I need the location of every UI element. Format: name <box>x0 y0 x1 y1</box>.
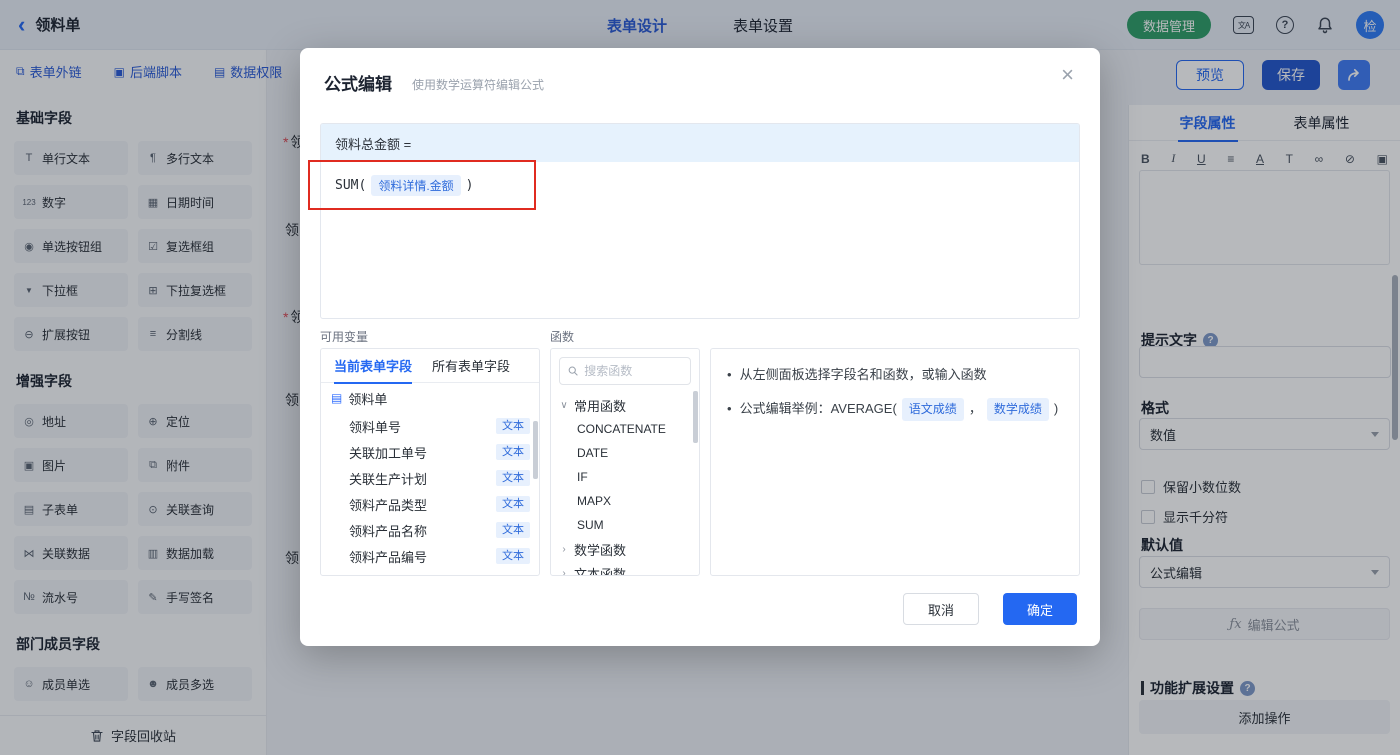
modal-subtitle: 使用数学运算符编辑公式 <box>412 78 545 92</box>
close-icon[interactable]: × <box>1061 64 1074 86</box>
variable-item[interactable]: 领料产品编号 文本 <box>321 543 539 569</box>
form-doc-icon: ▤ <box>331 391 343 405</box>
function-search[interactable] <box>559 357 691 385</box>
bullet: • <box>727 367 732 382</box>
field-type-badge: 文本 <box>496 418 530 434</box>
chevron-right-icon: › <box>562 567 566 576</box>
formula-target: 领料总金额 = <box>321 124 1079 162</box>
function-group-common[interactable]: ∨ 常用函数 <box>551 393 699 417</box>
function-item[interactable]: IF <box>551 465 699 489</box>
field-type-badge: 文本 <box>496 496 530 512</box>
tab-current-form-fields[interactable]: 当前表单字段 <box>334 356 413 384</box>
field-type-badge: 文本 <box>496 522 530 538</box>
functions-label: 函数 <box>550 330 575 344</box>
variables-tabs: 当前表单字段 所有表单字段 <box>321 349 539 384</box>
variables-root-label: 领料单 <box>348 391 388 407</box>
modal-title: 公式编辑 <box>324 75 392 94</box>
variable-name: 关联加工单号 <box>349 445 428 461</box>
function-group-math[interactable]: › 数学函数 <box>551 537 699 561</box>
variable-name: 关联生产计划 <box>349 471 428 487</box>
function-item[interactable]: CONCATENATE <box>551 417 699 441</box>
function-item[interactable]: MAPX <box>551 489 699 513</box>
chevron-down-icon: ∨ <box>560 399 568 411</box>
variables-scrollbar[interactable] <box>533 421 538 479</box>
function-group-text[interactable]: › 文本函数 <box>551 561 699 576</box>
functions-scrollbar[interactable] <box>693 391 698 443</box>
variable-name: 领料单号 <box>349 419 402 435</box>
variable-item[interactable]: 关联生产计划 文本 <box>321 465 539 491</box>
formula-editor: 领料总金额 = SUM( 领料详情.金额 ) <box>320 123 1080 319</box>
variable-item[interactable]: 领料产品类型 文本 <box>321 491 539 517</box>
field-type-badge: 文本 <box>496 470 530 486</box>
example-field-chip: 语文成绩 <box>901 397 964 421</box>
function-item[interactable]: DATE <box>551 441 699 465</box>
field-type-badge: 文本 <box>496 548 530 564</box>
tips-panel: • 从左侧面板选择字段名和函数，或输入函数 • 公式编辑举例：AVERAGE( … <box>710 348 1080 576</box>
formula-suffix: ) <box>465 178 474 193</box>
variables-label: 可用变量 <box>320 330 369 344</box>
formula-input-area[interactable]: SUM( 领料详情.金额 ) <box>321 162 1079 209</box>
variable-name: 领料产品编号 <box>349 549 428 565</box>
example-field-chip: 数学成绩 <box>986 397 1049 421</box>
field-type-badge: 文本 <box>496 444 530 460</box>
bullet: • <box>727 400 732 416</box>
formula-field-chip: 领料详情.金额 <box>371 175 461 196</box>
tip-line-1: • 从左侧面板选择字段名和函数，或输入函数 <box>727 365 1063 386</box>
formula-edit-modal: 公式编辑 使用数学运算符编辑公式 × 领料总金额 = SUM( 领料详情.金额 … <box>300 48 1100 646</box>
tip-line-2: • 公式编辑举例：AVERAGE( 语文成绩 ， 数学成绩 ) <box>727 397 1063 421</box>
variables-panel: 当前表单字段 所有表单字段 ▤ 领料单 领料单号 文本 关联加工单号 文本 关联生产… <box>320 348 540 576</box>
chevron-right-icon: › <box>562 543 566 555</box>
tab-all-form-fields[interactable]: 所有表单字段 <box>432 356 510 375</box>
functions-panel: ∨ 常用函数 CONCATENATE DATE IF MAPX SUM › 数学… <box>550 348 700 576</box>
variable-item[interactable]: 关联加工单号 文本 <box>321 439 539 465</box>
function-search-input[interactable] <box>584 364 682 378</box>
search-icon <box>568 366 578 376</box>
function-item[interactable]: SUM <box>551 513 699 537</box>
variable-name: 领料产品名称 <box>349 523 428 539</box>
cancel-button[interactable]: 取消 <box>903 593 979 625</box>
confirm-button[interactable]: 确定 <box>1003 593 1077 625</box>
variable-item[interactable]: 领料产品名称 文本 <box>321 517 539 543</box>
formula-prefix: SUM( <box>335 178 367 193</box>
variable-name: 领料产品类型 <box>349 497 428 513</box>
variable-item[interactable]: 领料单号 文本 <box>321 413 539 439</box>
variables-root[interactable]: ▤ 领料单 <box>321 383 539 413</box>
